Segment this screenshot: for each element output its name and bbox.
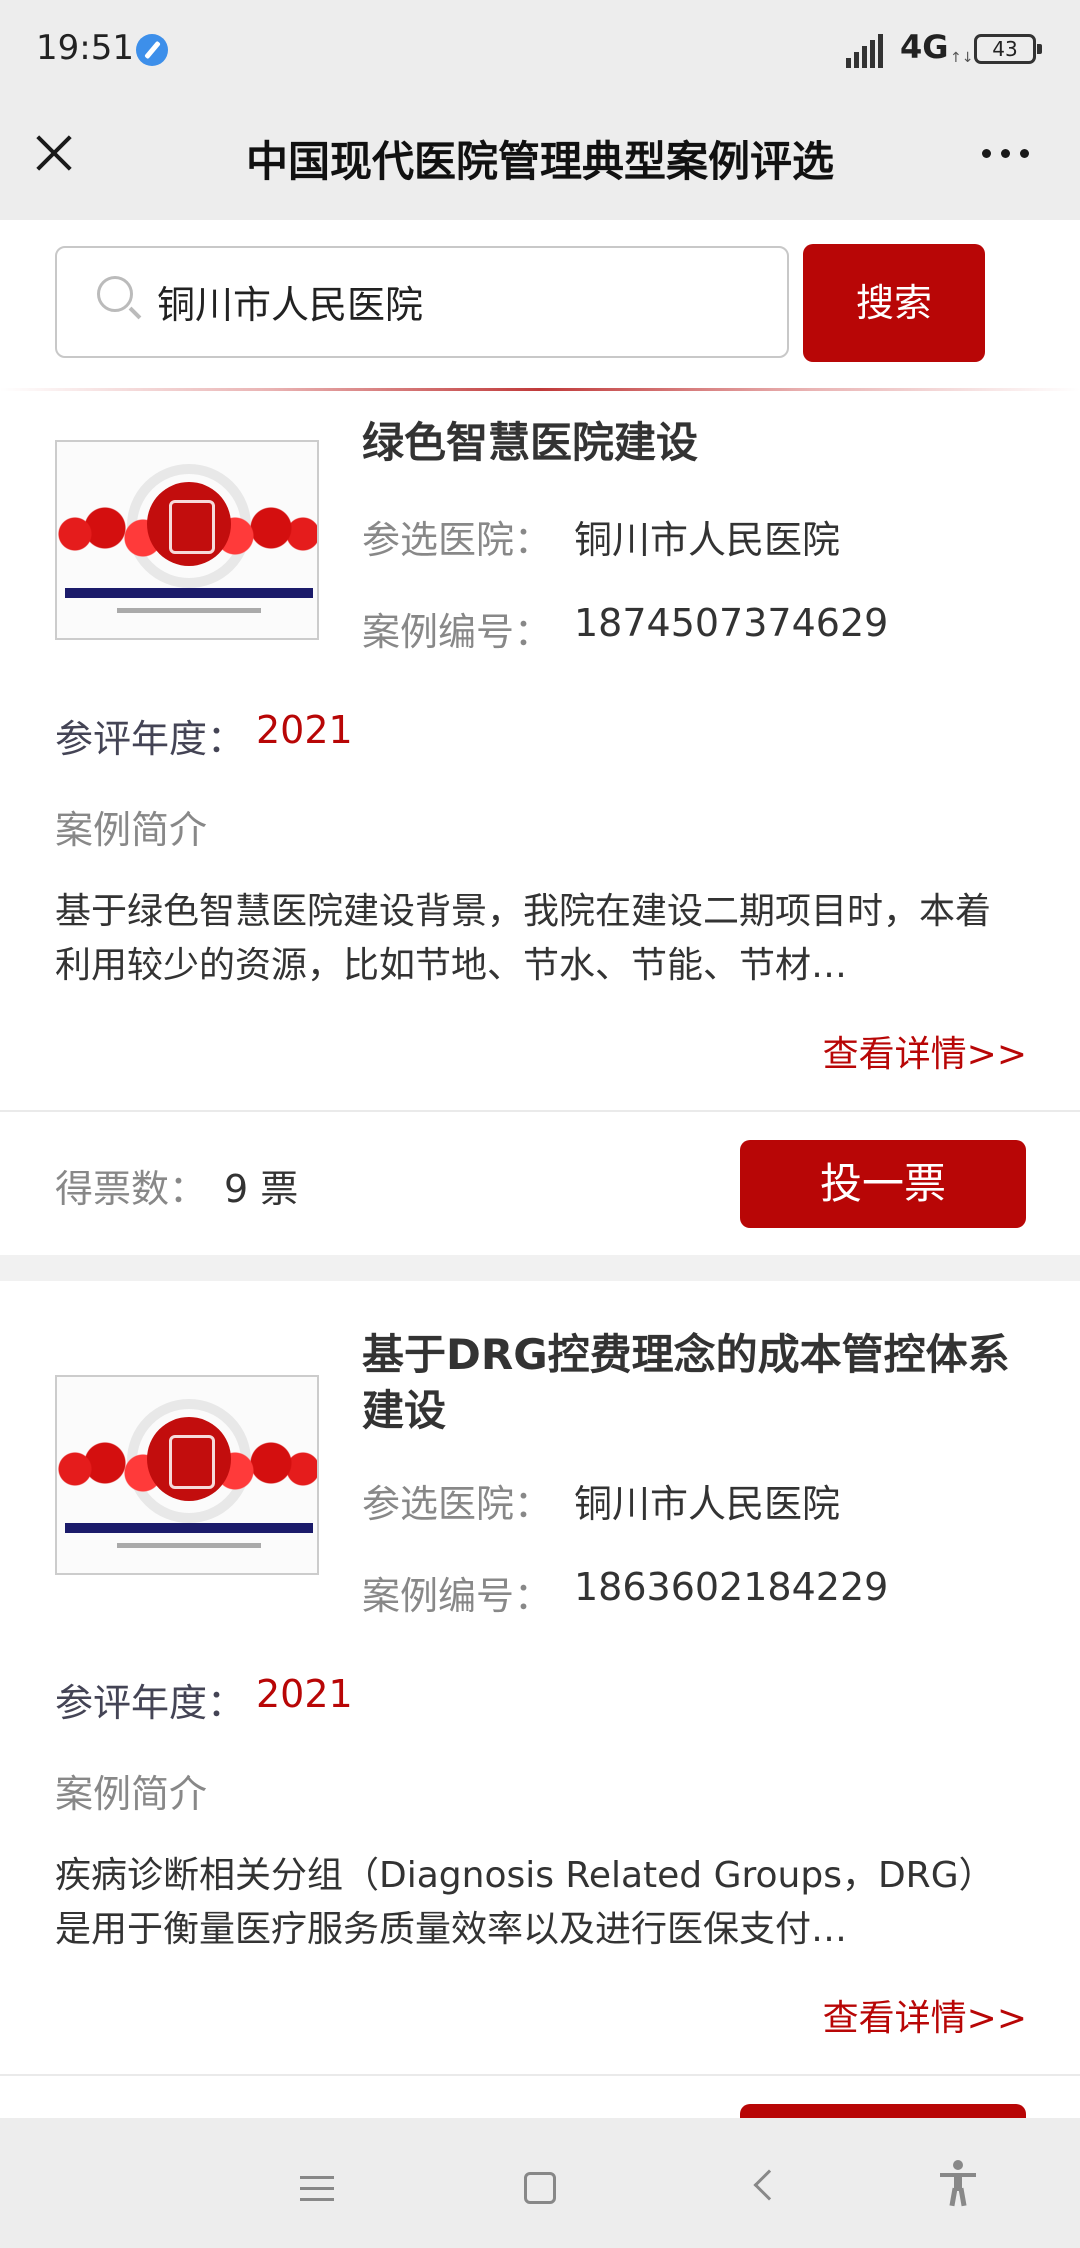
page-title: 中国现代医院管理典型案例评选 <box>245 137 834 186</box>
accessibility-icon[interactable] <box>938 2160 978 2207</box>
intro-text: 基于绿色智慧医院建设背景，我院在建设二期项目时，本着利用较少的资源，比如节地、节… <box>55 891 992 986</box>
more-icon[interactable] <box>976 138 1036 168</box>
year-label: 参评年度： <box>55 717 246 761</box>
vote-count-value: 9 票 <box>224 1167 299 1211</box>
case-card: 绿色智慧医院建设 参选医院： 铜川市人民医院 案例编号： 18745073746… <box>0 391 1080 1255</box>
network-type: 4G <box>900 28 949 66</box>
intro-label: 案例简介 <box>55 808 208 852</box>
home-icon[interactable] <box>524 2172 556 2204</box>
network-activity: ↑↓ <box>950 50 974 66</box>
year-value: 2021 <box>256 1672 353 1716</box>
search-box[interactable] <box>55 246 789 358</box>
vote-count-label: 得票数： <box>55 1167 208 1211</box>
browser-compass-icon <box>136 34 168 66</box>
card-divider <box>0 2074 1080 2076</box>
case-number-label: 案例编号： <box>362 1574 553 1618</box>
hospital-value: 铜川市人民医院 <box>574 1482 841 1526</box>
card-separator <box>0 1255 1080 1281</box>
hospital-label: 参选医院： <box>362 1482 553 1526</box>
case-card: 基于DRG控费理念的成本管控体系建设 参选医院： 铜川市人民医院 案例编号： 1… <box>0 1281 1080 2192</box>
search-input[interactable] <box>157 276 757 326</box>
intro-label: 案例简介 <box>55 1772 208 1816</box>
case-number-value: 1863602184229 <box>574 1565 889 1609</box>
menu-icon[interactable] <box>300 2176 334 2202</box>
case-number-label: 案例编号： <box>362 610 553 654</box>
year-label: 参评年度： <box>55 1681 246 1725</box>
vote-button[interactable]: 投一票 <box>740 1140 1026 1228</box>
case-title[interactable]: 基于DRG控费理念的成本管控体系建设 <box>362 1327 1022 1439</box>
case-thumbnail[interactable] <box>55 440 319 640</box>
case-title[interactable]: 绿色智慧医院建设 <box>362 415 1022 471</box>
search-icon <box>97 276 133 312</box>
case-thumbnail[interactable] <box>55 1375 319 1575</box>
search-button[interactable]: 搜索 <box>803 244 985 362</box>
battery-icon: 43 <box>974 34 1042 64</box>
hospital-value: 铜川市人民医院 <box>574 518 841 562</box>
signal-icon <box>846 32 890 68</box>
year-value: 2021 <box>256 708 353 752</box>
view-details-link[interactable]: 查看详情>> <box>823 1025 1027 1077</box>
intro-text: 疾病诊断相关分组（Diagnosis Related Groups，DRG）是用… <box>55 1855 995 1950</box>
card-divider <box>0 1110 1080 1112</box>
case-number-value: 1874507374629 <box>574 601 889 645</box>
close-icon[interactable] <box>34 132 74 172</box>
view-details-link[interactable]: 查看详情>> <box>823 1989 1027 2041</box>
status-time: 19:51 <box>36 28 134 68</box>
hospital-label: 参选医院： <box>362 518 553 562</box>
